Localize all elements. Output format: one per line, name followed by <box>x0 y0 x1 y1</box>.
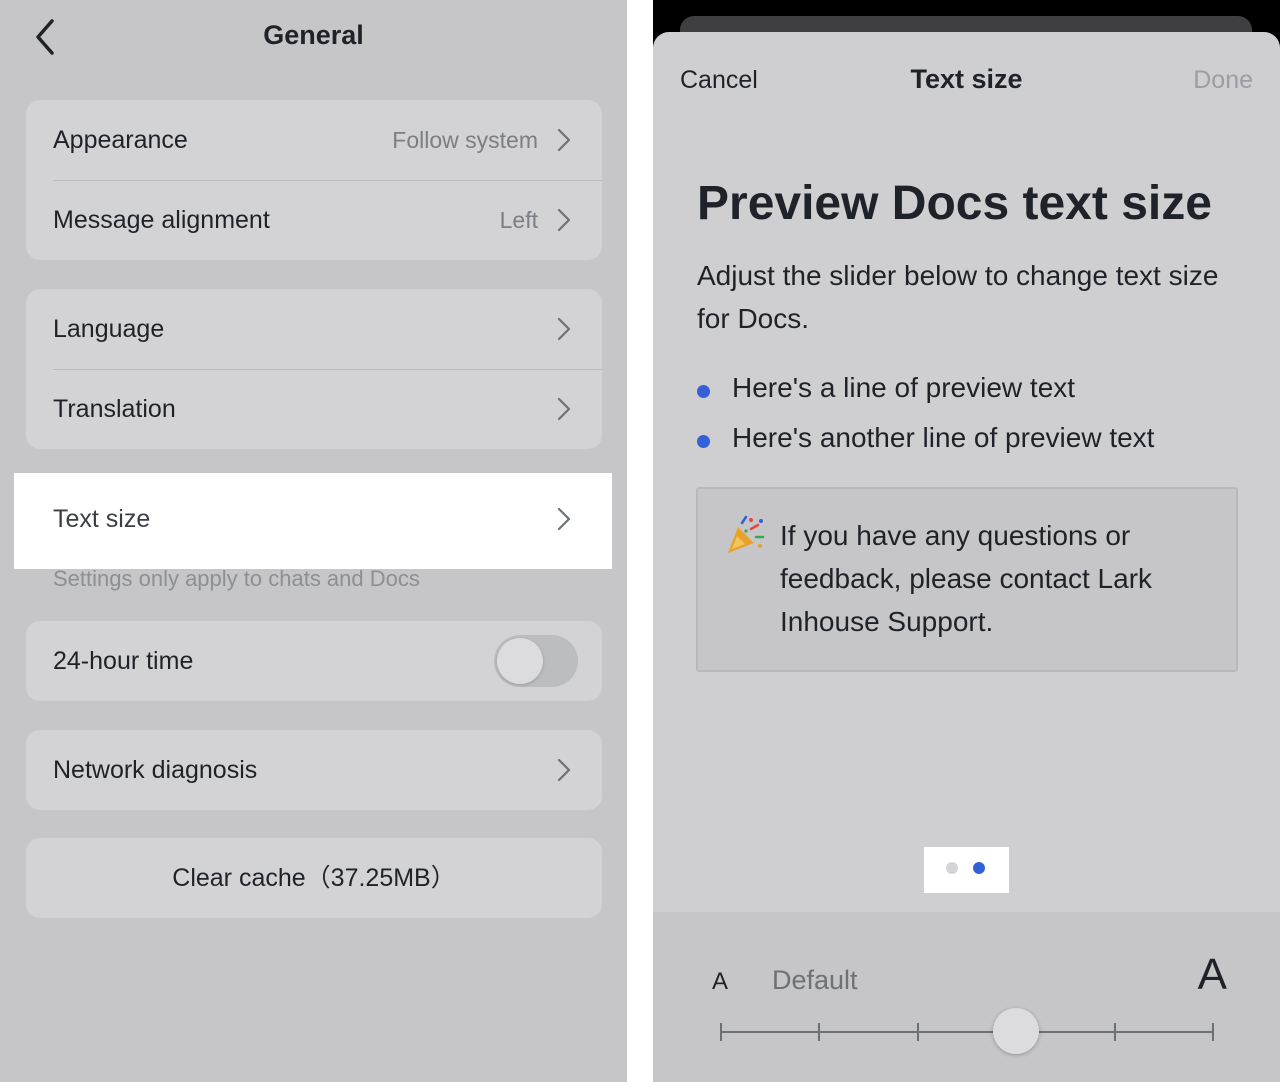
message-alignment-row[interactable]: Message alignment Left <box>26 180 602 260</box>
chevron-right-icon <box>557 397 571 421</box>
chevron-right-icon <box>557 758 571 782</box>
bullet-dot-icon <box>697 385 710 398</box>
text-size-sheet: Cancel Text size Done Preview Docs text … <box>653 32 1280 1082</box>
slider-tick <box>916 1023 919 1041</box>
clear-cache-label: Clear cache（37.25MB） <box>172 864 456 892</box>
bullet-text: Here's another line of preview text <box>732 422 1155 453</box>
slider-tick <box>1212 1023 1214 1041</box>
preview-heading: Preview Docs text size <box>697 177 1212 230</box>
toggle-knob <box>497 638 543 684</box>
page-title: General <box>263 20 364 50</box>
24-hour-time-toggle[interactable] <box>494 635 578 687</box>
slider-track <box>720 1031 1214 1033</box>
network-diagnosis-row[interactable]: Network diagnosis <box>26 730 602 810</box>
current-size-label: Default <box>772 965 858 995</box>
time-settings-group: 24-hour time <box>26 621 602 701</box>
chevron-right-icon <box>557 208 571 232</box>
message-alignment-label: Message alignment <box>53 206 270 234</box>
page-dot-inactive[interactable] <box>946 862 958 874</box>
24-hour-time-label: 24-hour time <box>53 647 194 675</box>
small-text-label: A <box>712 968 729 995</box>
general-settings-screen: General Appearance Follow system Message… <box>0 0 627 1082</box>
appearance-label: Appearance <box>53 126 188 154</box>
chevron-right-icon <box>557 128 571 152</box>
slider-thumb[interactable] <box>993 1008 1040 1054</box>
chevron-right-icon <box>557 317 571 341</box>
text-size-slider[interactable] <box>720 1008 1214 1054</box>
message-alignment-value: Left <box>499 207 538 233</box>
text-size-hint: Settings only apply to chats and Docs <box>53 566 420 591</box>
support-callout: If you have any questions or feedback, p… <box>696 487 1238 672</box>
language-settings-group: Language Translation <box>26 289 602 449</box>
slider-panel: A Default A <box>653 912 1280 1082</box>
network-diagnosis-label: Network diagnosis <box>53 756 258 784</box>
appearance-row[interactable]: Appearance Follow system <box>26 100 602 180</box>
bullet-text: Here's a line of preview text <box>732 372 1076 403</box>
language-row[interactable]: Language <box>26 289 602 369</box>
preview-description: Adjust the slider below to change text s… <box>697 260 1219 334</box>
24-hour-time-row: 24-hour time <box>26 621 602 701</box>
language-label: Language <box>53 315 165 343</box>
chevron-right-icon <box>557 507 571 531</box>
text-size-screen: Cancel Text size Done Preview Docs text … <box>653 0 1280 1082</box>
text-size-row[interactable]: Text size <box>26 479 602 559</box>
large-text-label: A <box>1197 950 1227 999</box>
clear-cache-button[interactable]: Clear cache（37.25MB） <box>26 838 602 918</box>
slider-tick <box>818 1023 821 1041</box>
page-dot-active[interactable] <box>973 862 985 874</box>
display-settings-group: Appearance Follow system Message alignme… <box>26 100 602 260</box>
appearance-value: Follow system <box>392 127 538 153</box>
text-size-label: Text size <box>53 505 151 533</box>
page-indicator <box>924 847 1009 893</box>
clear-cache-group: Clear cache（37.25MB） <box>26 838 602 918</box>
translation-row[interactable]: Translation <box>26 369 602 449</box>
party-popper-icon <box>728 515 765 553</box>
network-settings-group: Network diagnosis <box>26 730 602 810</box>
translation-label: Translation <box>53 395 176 423</box>
slider-tick <box>1113 1023 1116 1041</box>
callout-text: If you have any questions or feedback, p… <box>780 520 1153 637</box>
done-button[interactable]: Done <box>1193 66 1253 95</box>
bullet-dot-icon <box>697 435 710 448</box>
slider-tick <box>720 1023 722 1041</box>
sheet-title: Text size <box>910 64 1023 94</box>
